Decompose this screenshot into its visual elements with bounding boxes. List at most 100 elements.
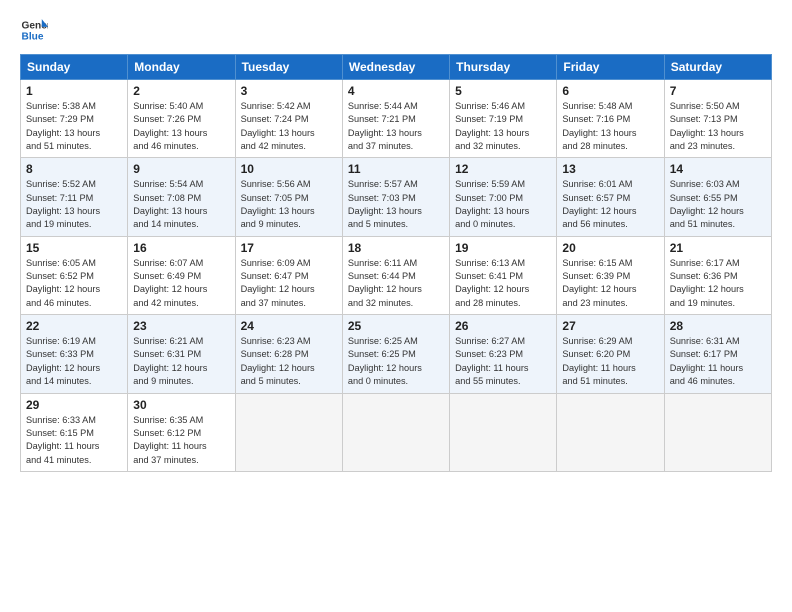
- day-info: Sunrise: 6:01 AMSunset: 6:57 PMDaylight:…: [562, 178, 658, 231]
- day-number: 2: [133, 84, 229, 98]
- calendar-cell: 29 Sunrise: 6:33 AMSunset: 6:15 PMDayligh…: [21, 393, 128, 471]
- day-number: 9: [133, 162, 229, 176]
- day-info: Sunrise: 6:17 AMSunset: 6:36 PMDaylight:…: [670, 257, 766, 310]
- calendar-cell: 23 Sunrise: 6:21 AMSunset: 6:31 PMDayligh…: [128, 315, 235, 393]
- day-info: Sunrise: 5:48 AMSunset: 7:16 PMDaylight:…: [562, 100, 658, 153]
- day-info: Sunrise: 6:07 AMSunset: 6:49 PMDaylight:…: [133, 257, 229, 310]
- calendar-cell: 1 Sunrise: 5:38 AMSunset: 7:29 PMDaylight…: [21, 80, 128, 158]
- day-number: 1: [26, 84, 122, 98]
- day-number: 26: [455, 319, 551, 333]
- day-number: 11: [348, 162, 444, 176]
- day-number: 22: [26, 319, 122, 333]
- calendar-cell: 8 Sunrise: 5:52 AMSunset: 7:11 PMDaylight…: [21, 158, 128, 236]
- calendar-cell: 26 Sunrise: 6:27 AMSunset: 6:23 PMDayligh…: [450, 315, 557, 393]
- calendar-cell: 30 Sunrise: 6:35 AMSunset: 6:12 PMDayligh…: [128, 393, 235, 471]
- calendar-cell: [235, 393, 342, 471]
- calendar-cell: 18 Sunrise: 6:11 AMSunset: 6:44 PMDayligh…: [342, 236, 449, 314]
- svg-text:Blue: Blue: [22, 31, 44, 42]
- calendar-week-4: 22Sunrise: 6:19 AMSunset: 6:33 PMDayligh…: [21, 315, 772, 393]
- calendar-cell: 4 Sunrise: 5:44 AMSunset: 7:21 PMDaylight…: [342, 80, 449, 158]
- day-info: Sunrise: 6:29 AMSunset: 6:20 PMDaylight:…: [562, 335, 658, 388]
- day-info: Sunrise: 6:05 AMSunset: 6:52 PMDaylight:…: [26, 257, 122, 310]
- calendar-cell: 11 Sunrise: 5:57 AMSunset: 7:03 PMDayligh…: [342, 158, 449, 236]
- day-info: Sunrise: 5:52 AMSunset: 7:11 PMDaylight:…: [26, 178, 122, 231]
- weekday-header-thursday: Thursday: [450, 55, 557, 80]
- logo: General Blue: [20, 16, 52, 44]
- page: General Blue SundayMondayTuesdayWednesda…: [0, 0, 792, 612]
- calendar-cell: [450, 393, 557, 471]
- calendar-cell: 15 Sunrise: 6:05 AMSunset: 6:52 PMDayligh…: [21, 236, 128, 314]
- day-number: 6: [562, 84, 658, 98]
- day-info: Sunrise: 5:50 AMSunset: 7:13 PMDaylight:…: [670, 100, 766, 153]
- day-info: Sunrise: 5:44 AMSunset: 7:21 PMDaylight:…: [348, 100, 444, 153]
- weekday-header-friday: Friday: [557, 55, 664, 80]
- day-info: Sunrise: 6:33 AMSunset: 6:15 PMDaylight:…: [26, 414, 122, 467]
- day-info: Sunrise: 5:40 AMSunset: 7:26 PMDaylight:…: [133, 100, 229, 153]
- calendar-cell: 10Sunrise: 5:56 AMSunset: 7:05 PMDayligh…: [235, 158, 342, 236]
- day-info: Sunrise: 6:27 AMSunset: 6:23 PMDaylight:…: [455, 335, 551, 388]
- calendar-cell: [557, 393, 664, 471]
- day-info: Sunrise: 6:11 AMSunset: 6:44 PMDaylight:…: [348, 257, 444, 310]
- day-number: 5: [455, 84, 551, 98]
- day-number: 30: [133, 398, 229, 412]
- day-number: 24: [241, 319, 337, 333]
- calendar-cell: 3Sunrise: 5:42 AMSunset: 7:24 PMDaylight…: [235, 80, 342, 158]
- day-info: Sunrise: 6:23 AMSunset: 6:28 PMDaylight:…: [241, 335, 337, 388]
- day-number: 17: [241, 241, 337, 255]
- day-number: 23: [133, 319, 229, 333]
- day-info: Sunrise: 6:21 AMSunset: 6:31 PMDaylight:…: [133, 335, 229, 388]
- calendar-cell: 28 Sunrise: 6:31 AMSunset: 6:17 PMDayligh…: [664, 315, 771, 393]
- calendar-cell: 22Sunrise: 6:19 AMSunset: 6:33 PMDayligh…: [21, 315, 128, 393]
- day-number: 14: [670, 162, 766, 176]
- day-info: Sunrise: 5:59 AMSunset: 7:00 PMDaylight:…: [455, 178, 551, 231]
- calendar-week-5: 29 Sunrise: 6:33 AMSunset: 6:15 PMDayligh…: [21, 393, 772, 471]
- day-number: 20: [562, 241, 658, 255]
- calendar-cell: 7Sunrise: 5:50 AMSunset: 7:13 PMDaylight…: [664, 80, 771, 158]
- day-number: 4: [348, 84, 444, 98]
- weekday-header-saturday: Saturday: [664, 55, 771, 80]
- day-info: Sunrise: 5:56 AMSunset: 7:05 PMDaylight:…: [241, 178, 337, 231]
- day-info: Sunrise: 5:38 AMSunset: 7:29 PMDaylight:…: [26, 100, 122, 153]
- calendar-cell: 17 Sunrise: 6:09 AMSunset: 6:47 PMDayligh…: [235, 236, 342, 314]
- calendar-cell: 16 Sunrise: 6:07 AMSunset: 6:49 PMDayligh…: [128, 236, 235, 314]
- calendar-cell: 12 Sunrise: 5:59 AMSunset: 7:00 PMDayligh…: [450, 158, 557, 236]
- day-number: 25: [348, 319, 444, 333]
- calendar-cell: 2 Sunrise: 5:40 AMSunset: 7:26 PMDaylight…: [128, 80, 235, 158]
- day-number: 16: [133, 241, 229, 255]
- calendar-cell: [342, 393, 449, 471]
- day-number: 28: [670, 319, 766, 333]
- day-number: 27: [562, 319, 658, 333]
- weekday-header-tuesday: Tuesday: [235, 55, 342, 80]
- calendar-cell: 27 Sunrise: 6:29 AMSunset: 6:20 PMDayligh…: [557, 315, 664, 393]
- day-number: 18: [348, 241, 444, 255]
- day-number: 12: [455, 162, 551, 176]
- day-info: Sunrise: 6:35 AMSunset: 6:12 PMDaylight:…: [133, 414, 229, 467]
- day-info: Sunrise: 5:42 AMSunset: 7:24 PMDaylight:…: [241, 100, 337, 153]
- header: General Blue: [20, 16, 772, 44]
- calendar-week-2: 8 Sunrise: 5:52 AMSunset: 7:11 PMDaylight…: [21, 158, 772, 236]
- day-number: 29: [26, 398, 122, 412]
- calendar-week-3: 15 Sunrise: 6:05 AMSunset: 6:52 PMDayligh…: [21, 236, 772, 314]
- day-info: Sunrise: 6:15 AMSunset: 6:39 PMDaylight:…: [562, 257, 658, 310]
- day-number: 21: [670, 241, 766, 255]
- calendar-cell: 6 Sunrise: 5:48 AMSunset: 7:16 PMDaylight…: [557, 80, 664, 158]
- day-info: Sunrise: 6:09 AMSunset: 6:47 PMDaylight:…: [241, 257, 337, 310]
- day-info: Sunrise: 5:57 AMSunset: 7:03 PMDaylight:…: [348, 178, 444, 231]
- calendar-cell: 21 Sunrise: 6:17 AMSunset: 6:36 PMDayligh…: [664, 236, 771, 314]
- calendar-cell: 9 Sunrise: 5:54 AMSunset: 7:08 PMDaylight…: [128, 158, 235, 236]
- day-info: Sunrise: 5:46 AMSunset: 7:19 PMDaylight:…: [455, 100, 551, 153]
- day-number: 13: [562, 162, 658, 176]
- calendar-cell: 24 Sunrise: 6:23 AMSunset: 6:28 PMDayligh…: [235, 315, 342, 393]
- day-number: 15: [26, 241, 122, 255]
- day-info: Sunrise: 6:31 AMSunset: 6:17 PMDaylight:…: [670, 335, 766, 388]
- weekday-header-monday: Monday: [128, 55, 235, 80]
- day-info: Sunrise: 5:54 AMSunset: 7:08 PMDaylight:…: [133, 178, 229, 231]
- calendar-cell: 13 Sunrise: 6:01 AMSunset: 6:57 PMDayligh…: [557, 158, 664, 236]
- weekday-header-wednesday: Wednesday: [342, 55, 449, 80]
- weekday-header-sunday: Sunday: [21, 55, 128, 80]
- calendar-cell: 20 Sunrise: 6:15 AMSunset: 6:39 PMDayligh…: [557, 236, 664, 314]
- day-info: Sunrise: 6:03 AMSunset: 6:55 PMDaylight:…: [670, 178, 766, 231]
- day-number: 8: [26, 162, 122, 176]
- calendar-cell: 14 Sunrise: 6:03 AMSunset: 6:55 PMDayligh…: [664, 158, 771, 236]
- calendar-cell: [664, 393, 771, 471]
